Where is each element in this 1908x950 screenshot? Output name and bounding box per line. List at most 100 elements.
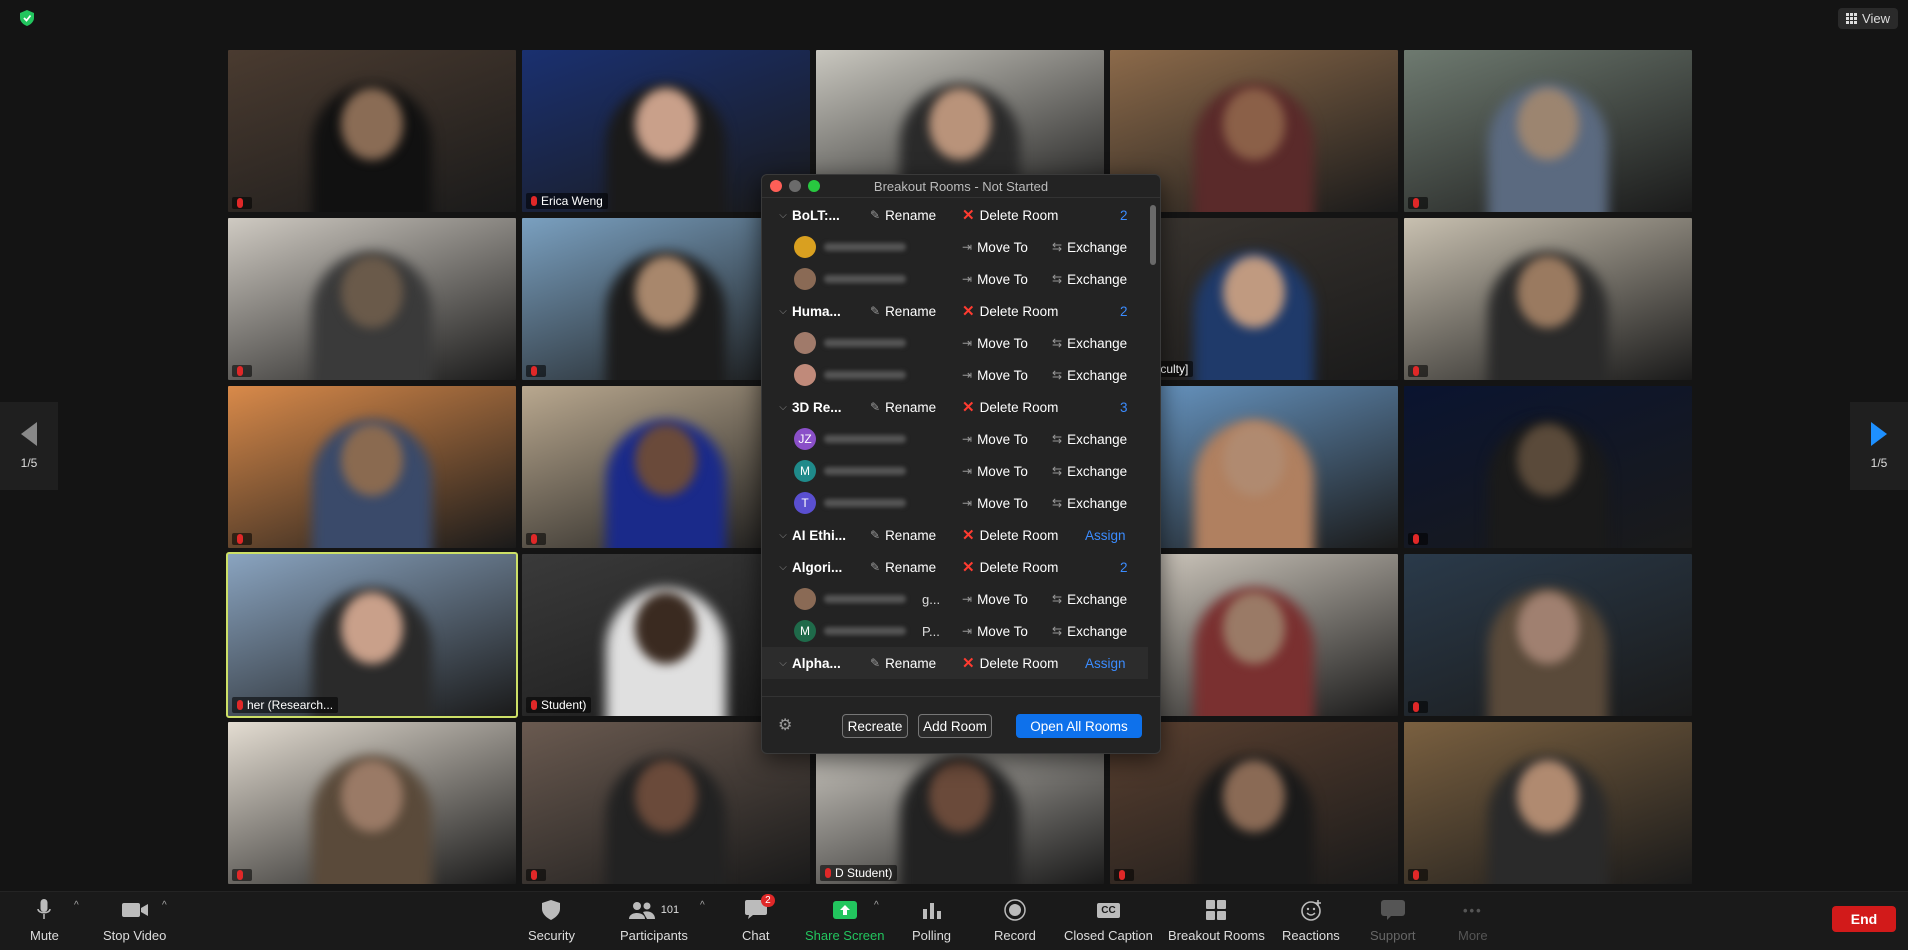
delete-room-button[interactable]: ✕ Delete Room (962, 398, 1058, 416)
participant-video-tile[interactable] (228, 386, 516, 548)
rename-room-button[interactable]: ✎ Rename (870, 304, 936, 319)
move-to-button[interactable]: ⇥ Move To (962, 464, 1028, 479)
end-meeting-button[interactable]: End (1832, 906, 1896, 932)
security-button[interactable]: Security (528, 898, 575, 943)
share-screen-button[interactable]: Share Screen (805, 898, 885, 943)
delete-room-button[interactable]: ✕ Delete Room (962, 206, 1058, 224)
audio-options-caret-icon[interactable]: ^ (74, 900, 79, 911)
move-to-button[interactable]: ⇥ Move To (962, 272, 1028, 287)
delete-room-button[interactable]: ✕ Delete Room (962, 558, 1058, 576)
participant-video-tile[interactable] (1404, 50, 1692, 212)
participant-video-tile[interactable] (1404, 386, 1692, 548)
move-to-button[interactable]: ⇥ Move To (962, 368, 1028, 383)
open-all-rooms-button[interactable]: Open All Rooms (1016, 714, 1142, 738)
delete-label: Delete Room (979, 207, 1059, 223)
rename-room-button[interactable]: ✎ Rename (870, 400, 936, 415)
exchange-button[interactable]: ⇆ Exchange (1052, 592, 1127, 607)
participant-video-tile[interactable] (1404, 218, 1692, 380)
room-member-count: 3 (1120, 399, 1128, 415)
avatar (794, 268, 816, 290)
move-to-icon: ⇥ (962, 368, 973, 382)
move-to-button[interactable]: ⇥ Move To (962, 240, 1028, 255)
record-button[interactable]: Record (994, 898, 1036, 943)
stop-video-button[interactable]: Stop Video (103, 898, 166, 943)
rename-room-button[interactable]: ✎ Rename (870, 656, 936, 671)
exchange-button[interactable]: ⇆ Exchange (1052, 336, 1127, 351)
breakout-room-row[interactable]: ⌵ Huma... ✎ Rename ✕ Delete Room 2 (762, 295, 1148, 327)
breakout-rooms-label: Breakout Rooms (1168, 928, 1265, 943)
breakout-room-row[interactable]: ⌵ AI Ethi... ✎ Rename ✕ Delete Room Assign (762, 519, 1148, 551)
participant-name-label (1408, 869, 1428, 881)
polling-button[interactable]: Polling (912, 898, 951, 943)
previous-page-button[interactable]: 1/5 (0, 402, 58, 490)
rename-room-button[interactable]: ✎ Rename (870, 208, 936, 223)
participants-button[interactable]: 101 Participants (620, 898, 688, 943)
delete-room-button[interactable]: ✕ Delete Room (962, 526, 1058, 544)
participant-video-tile[interactable] (228, 50, 516, 212)
exchange-button[interactable]: ⇆ Exchange (1052, 368, 1127, 383)
exchange-label: Exchange (1067, 463, 1128, 479)
breakout-room-row[interactable]: ⌵ Algori... ✎ Rename ✕ Delete Room 2 (762, 551, 1148, 583)
chat-button[interactable]: 2 Chat (742, 894, 775, 943)
breakout-room-row[interactable]: ⌵ BoLT:... ✎ Rename ✕ Delete Room 2 (762, 199, 1148, 231)
next-page-button[interactable]: 1/5 (1850, 402, 1908, 490)
move-to-button[interactable]: ⇥ Move To (962, 624, 1028, 639)
rename-room-button[interactable]: ✎ Rename (870, 560, 936, 575)
assign-button[interactable]: Assign (1085, 656, 1126, 671)
participant-video-tile[interactable]: her (Research... (226, 552, 518, 718)
exchange-button[interactable]: ⇆ Exchange (1052, 272, 1127, 287)
participant-video-tile[interactable] (1404, 554, 1692, 716)
move-to-button[interactable]: ⇥ Move To (962, 496, 1028, 511)
breakout-room-row[interactable]: ⌵ Alpha... ✎ Rename ✕ Delete Room Assign (762, 647, 1148, 679)
participant-name-label (232, 533, 252, 545)
zoom-window-icon[interactable] (808, 180, 820, 192)
move-to-button[interactable]: ⇥ Move To (962, 336, 1028, 351)
exchange-button[interactable]: ⇆ Exchange (1052, 464, 1127, 479)
pencil-icon: ✎ (870, 400, 881, 414)
participant-video-tile[interactable] (228, 218, 516, 380)
add-room-button[interactable]: Add Room (918, 714, 992, 738)
closed-caption-button[interactable]: CC Closed Caption (1064, 898, 1153, 943)
chevron-down-icon[interactable]: ⌵ (774, 530, 792, 541)
exchange-button[interactable]: ⇆ Exchange (1052, 432, 1127, 447)
minimize-window-icon[interactable] (789, 180, 801, 192)
dialog-titlebar: Breakout Rooms - Not Started (762, 175, 1160, 198)
recreate-button[interactable]: Recreate (842, 714, 908, 738)
chevron-down-icon[interactable]: ⌵ (774, 402, 792, 413)
chevron-down-icon[interactable]: ⌵ (774, 562, 792, 573)
share-screen-caret-icon[interactable]: ^ (874, 900, 879, 911)
more-icon: ••• (1462, 902, 1483, 918)
exchange-button[interactable]: ⇆ Exchange (1052, 624, 1127, 639)
exchange-button[interactable]: ⇆ Exchange (1052, 240, 1127, 255)
participants-caret-icon[interactable]: ^ (700, 900, 705, 911)
mute-button[interactable]: Mute (30, 898, 59, 943)
chevron-down-icon[interactable]: ⌵ (774, 658, 792, 669)
view-button[interactable]: View (1838, 8, 1898, 29)
participant-name-label: her (Research... (232, 697, 339, 713)
support-button[interactable]: Support (1370, 898, 1416, 943)
gear-icon[interactable]: ⚙ (778, 715, 792, 735)
breakout-room-row[interactable]: ⌵ 3D Re... ✎ Rename ✕ Delete Room 3 (762, 391, 1148, 423)
reactions-button[interactable]: Reactions (1282, 898, 1340, 943)
avatar (794, 332, 816, 354)
delete-room-button[interactable]: ✕ Delete Room (962, 654, 1058, 672)
chevron-down-icon[interactable]: ⌵ (774, 306, 792, 317)
exchange-button[interactable]: ⇆ Exchange (1052, 496, 1127, 511)
assign-button[interactable]: Assign (1085, 528, 1126, 543)
room-member-row: ⇥ Move To ⇆ Exchange (762, 263, 1148, 295)
move-to-button[interactable]: ⇥ Move To (962, 592, 1028, 607)
room-list-scrollbar[interactable] (1150, 205, 1156, 265)
breakout-rooms-dialog: Breakout Rooms - Not Started ⌵ BoLT:... ✎ R… (761, 174, 1161, 754)
rename-room-button[interactable]: ✎ Rename (870, 528, 936, 543)
participant-video-tile[interactable] (1404, 722, 1692, 884)
close-window-icon[interactable] (770, 180, 782, 192)
chevron-down-icon[interactable]: ⌵ (774, 210, 792, 221)
breakout-rooms-button[interactable]: Breakout Rooms (1168, 898, 1265, 943)
avatar (794, 364, 816, 386)
delete-room-button[interactable]: ✕ Delete Room (962, 302, 1058, 320)
delete-label: Delete Room (979, 655, 1059, 671)
more-button[interactable]: ••• More (1458, 898, 1488, 944)
move-to-button[interactable]: ⇥ Move To (962, 432, 1028, 447)
video-options-caret-icon[interactable]: ^ (162, 900, 167, 911)
participant-video-tile[interactable] (228, 722, 516, 884)
